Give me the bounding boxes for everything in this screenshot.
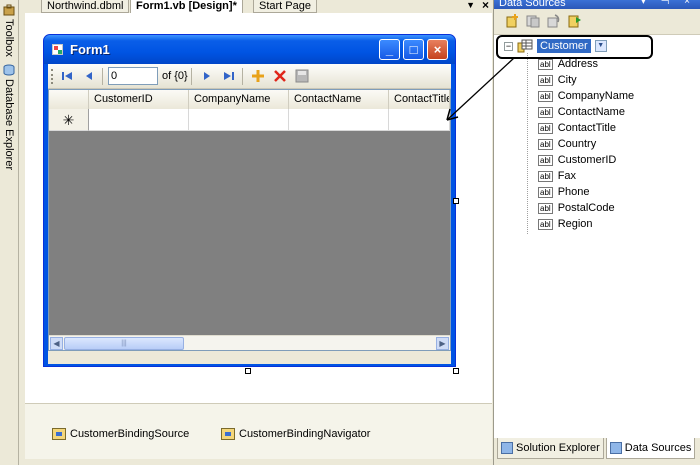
- drag-arrow-annotation: [446, 57, 515, 121]
